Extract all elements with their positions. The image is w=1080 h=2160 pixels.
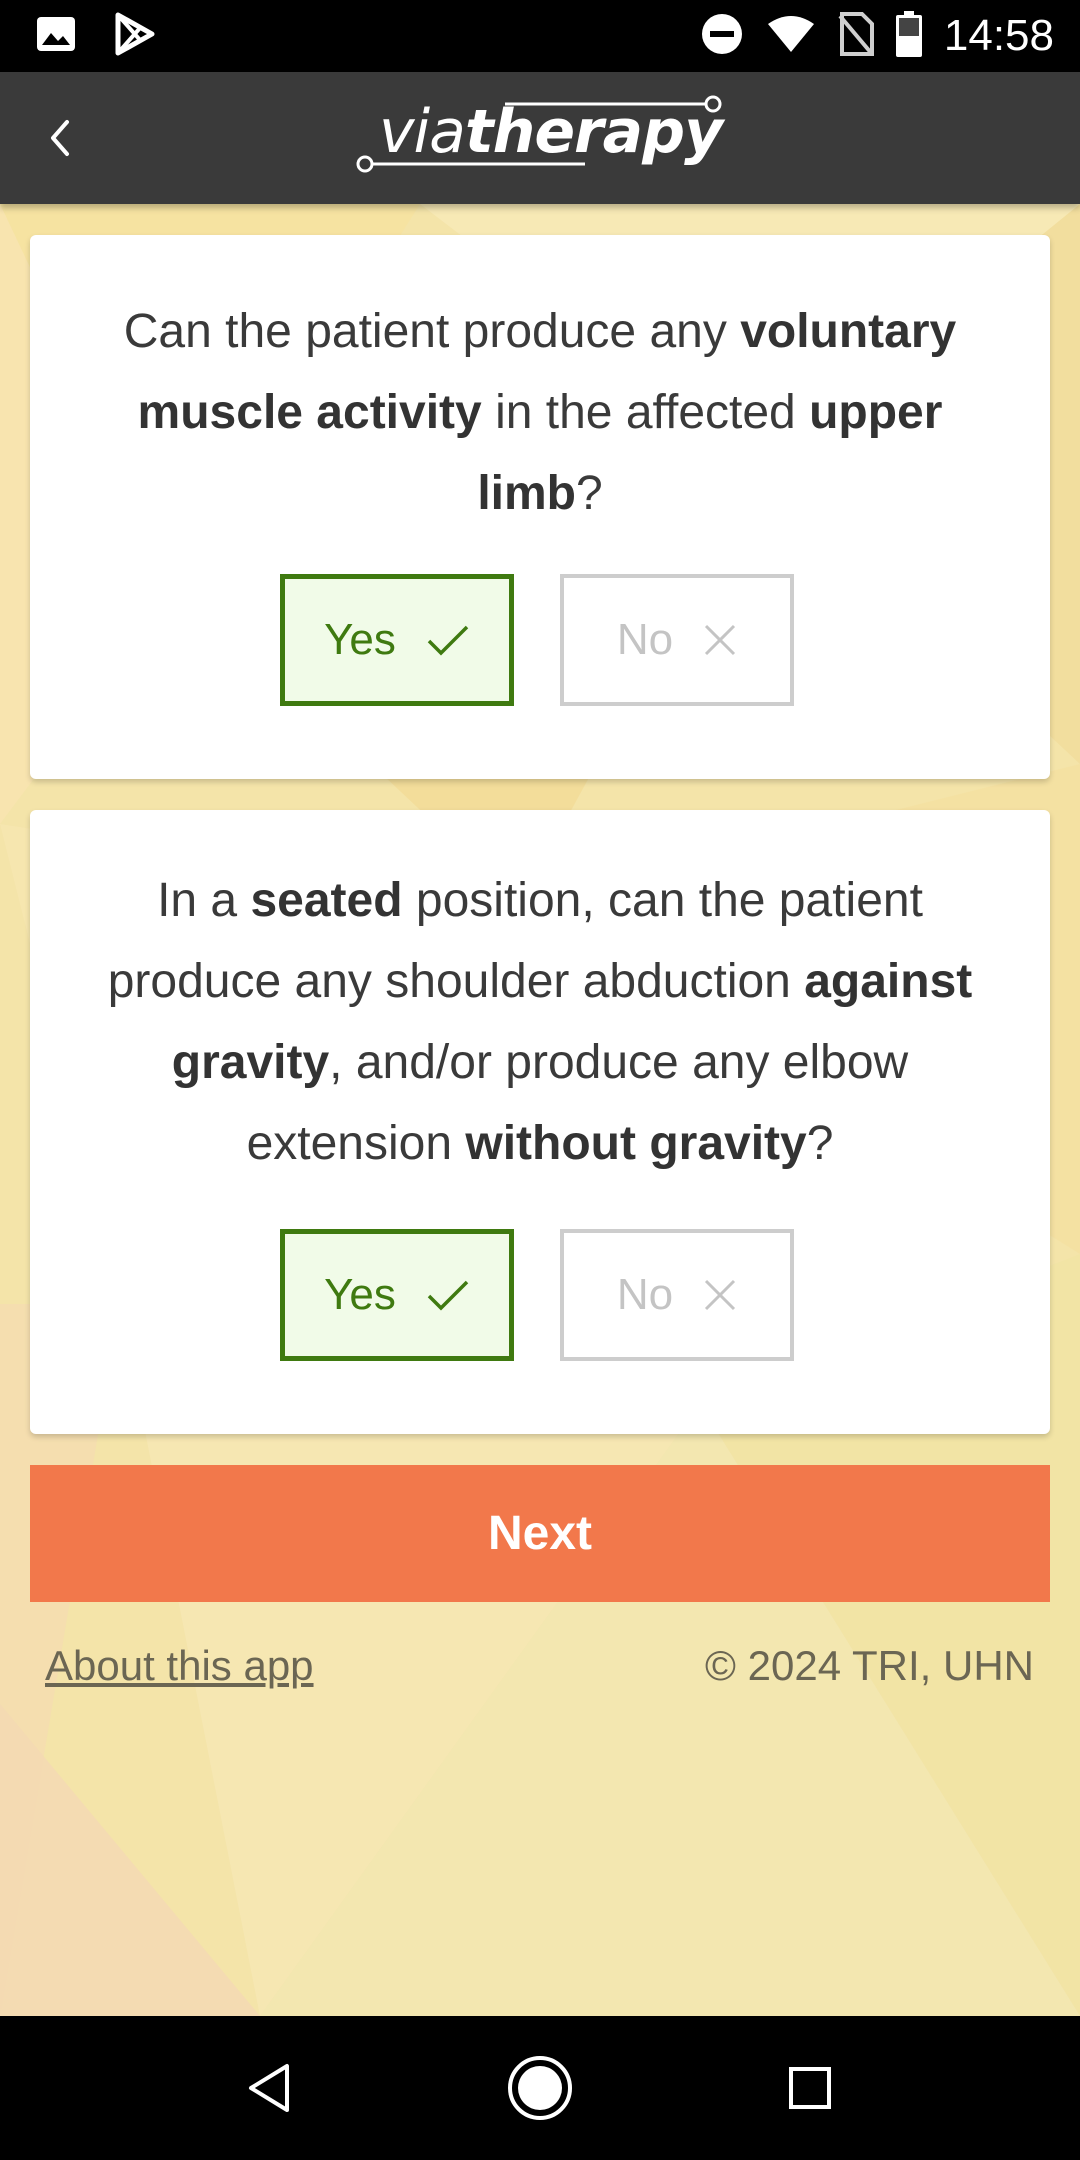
do-not-disturb-icon bbox=[700, 12, 744, 61]
no-label: No bbox=[616, 615, 674, 664]
logo-therapy: therapy bbox=[464, 97, 723, 167]
logo-via: via bbox=[379, 97, 466, 167]
image-icon bbox=[36, 16, 76, 57]
clock: 14:58 bbox=[943, 11, 1054, 60]
nav-back-icon bbox=[249, 2064, 289, 2112]
battery-icon bbox=[895, 10, 922, 62]
no-button-2[interactable]: No bbox=[560, 1229, 794, 1361]
status-bar: 14:58 bbox=[0, 0, 1080, 72]
yes-button-1[interactable]: Yes bbox=[280, 574, 514, 706]
next-button[interactable]: Next bbox=[30, 1465, 1050, 1602]
close-icon bbox=[705, 1279, 736, 1311]
nav-home-button[interactable] bbox=[504, 2052, 576, 2124]
no-button-1[interactable]: No bbox=[560, 574, 794, 706]
question-2-part-7: ? bbox=[806, 1117, 834, 1170]
nav-recents-icon bbox=[789, 2067, 831, 2109]
nav-home-icon bbox=[508, 2056, 572, 2120]
yes-label: Yes bbox=[324, 1270, 396, 1319]
check-icon bbox=[427, 625, 469, 656]
app-bar: viatherapy bbox=[0, 72, 1080, 204]
yes-button-2[interactable]: Yes bbox=[280, 1229, 514, 1361]
copyright-text: © 2024 TRI, UHN bbox=[705, 1642, 1034, 1689]
question-1-part-5: ? bbox=[575, 467, 603, 520]
app-logo: viatherapy bbox=[355, 92, 725, 182]
back-button[interactable] bbox=[30, 108, 90, 168]
logo-wordmark: viatherapy bbox=[379, 96, 723, 168]
wifi-icon bbox=[766, 14, 816, 59]
question-2-part-6: without gravity bbox=[465, 1117, 807, 1170]
check-icon bbox=[427, 1280, 469, 1311]
nav-back-button[interactable] bbox=[234, 2052, 306, 2124]
question-1-part-1: Can the patient produce any bbox=[123, 305, 741, 358]
question-text-1: Can the patient produce any voluntary mu… bbox=[90, 291, 990, 534]
question-2-part-2: seated bbox=[250, 874, 403, 927]
nav-recents-button[interactable] bbox=[774, 2052, 846, 2124]
question-card-1: Can the patient produce any voluntary mu… bbox=[30, 235, 1050, 779]
navigation-bar bbox=[0, 2016, 1080, 2160]
chevron-left-icon bbox=[51, 120, 69, 156]
yes-label: Yes bbox=[324, 615, 396, 664]
no-sim-icon bbox=[838, 11, 874, 61]
about-app-link[interactable]: About this app bbox=[45, 1638, 314, 1694]
question-text-2: In a seated position, can the patient pr… bbox=[90, 860, 990, 1184]
question-card-2: In a seated position, can the patient pr… bbox=[30, 810, 1050, 1434]
no-label: No bbox=[616, 1270, 674, 1319]
close-icon bbox=[705, 624, 736, 656]
question-2-part-1: In a bbox=[157, 874, 251, 927]
play-store-icon bbox=[114, 12, 156, 61]
question-1-part-3: in the affected bbox=[481, 386, 810, 439]
